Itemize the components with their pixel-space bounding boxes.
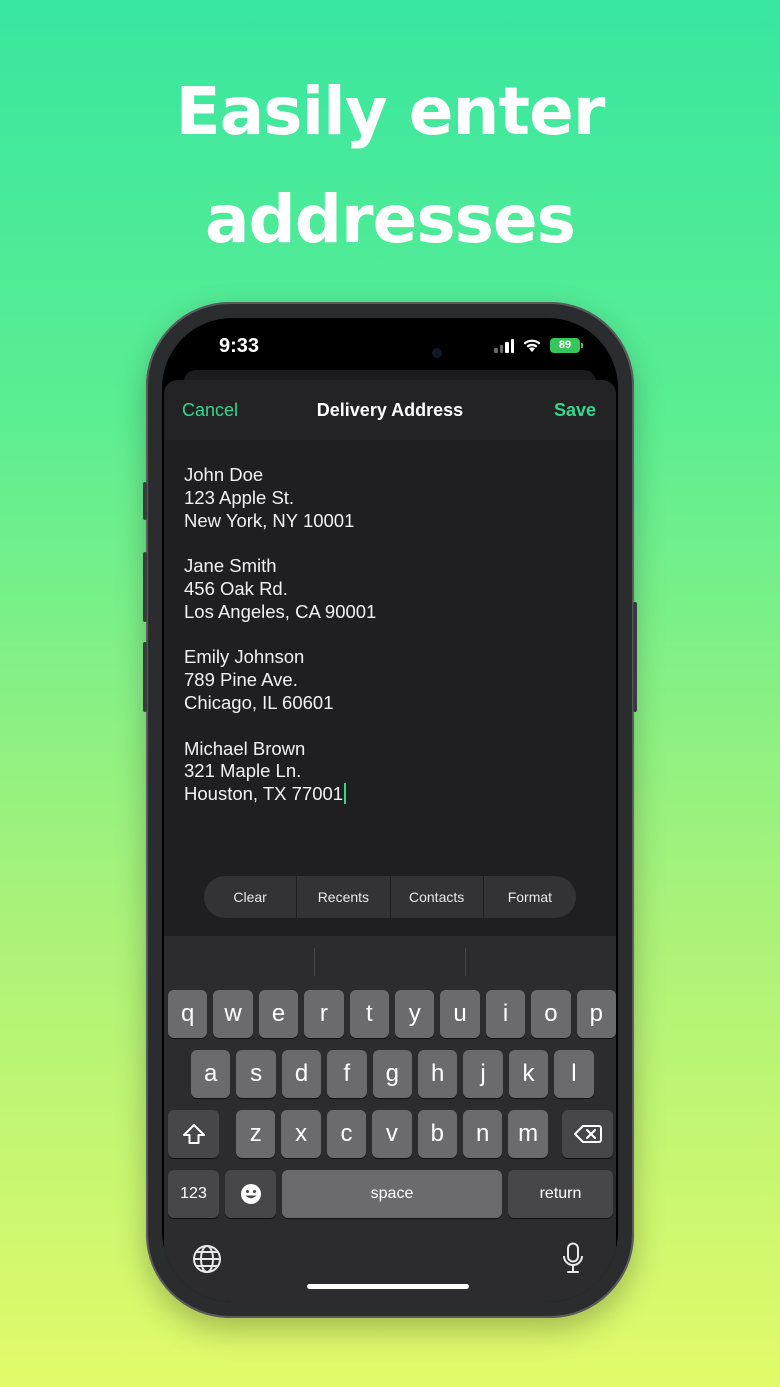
delivery-address-sheet: Cancel Delivery Address Save John Doe 12… (164, 380, 616, 1302)
phone-frame: 9:33 89 Cancel Delivery Address Save Joh… (143, 302, 637, 1318)
clear-button[interactable]: Clear (204, 876, 296, 918)
address-street: 321 Maple Ln. (184, 760, 302, 782)
delete-key[interactable] (562, 1110, 613, 1158)
address-entry: John Doe 123 Apple St. New York, NY 1000… (184, 464, 596, 532)
key-g[interactable]: g (372, 1050, 412, 1098)
address-text-area[interactable]: John Doe 123 Apple St. New York, NY 1000… (164, 440, 616, 880)
suggestion-divider (314, 948, 315, 976)
signal-icon (494, 338, 514, 353)
recents-button[interactable]: Recents (296, 876, 389, 918)
address-entry: Jane Smith 456 Oak Rd. Los Angeles, CA 9… (184, 555, 596, 623)
keyboard: qwertyuiop asdfghjkl zxcvbnm 123 space r… (164, 936, 616, 1302)
headline: Easily enter addresses (0, 58, 780, 274)
return-key[interactable]: return (508, 1170, 613, 1218)
battery-icon: 89 (550, 338, 583, 353)
volume-up-button (143, 552, 147, 622)
address-name: Michael Brown (184, 737, 306, 759)
address-entry: Emily Johnson 789 Pine Ave. Chicago, IL … (184, 646, 596, 714)
status-time: 9:33 (219, 335, 260, 357)
key-r[interactable]: r (304, 990, 344, 1038)
camera-icon (432, 348, 442, 358)
emoji-icon (240, 1184, 261, 1204)
key-j[interactable]: j (463, 1050, 503, 1098)
address-street: 456 Oak Rd. (184, 577, 288, 599)
key-c[interactable]: c (326, 1110, 367, 1158)
key-q[interactable]: q (168, 990, 208, 1038)
key-n[interactable]: n (463, 1110, 503, 1158)
mute-switch (143, 482, 147, 520)
space-key[interactable]: space (282, 1170, 502, 1218)
address-street: 789 Pine Ave. (184, 669, 298, 691)
key-m[interactable]: m (508, 1110, 548, 1158)
text-cursor (344, 783, 347, 805)
shift-key[interactable] (168, 1110, 219, 1158)
address-city: Houston, TX 77001 (184, 783, 344, 805)
home-indicator (307, 1284, 469, 1289)
globe-icon[interactable] (192, 1244, 222, 1274)
volume-down-button (143, 642, 147, 712)
key-u[interactable]: u (440, 990, 480, 1038)
key-p[interactable]: p (576, 990, 616, 1038)
shift-icon (182, 1124, 205, 1144)
headline-line-2: addresses (205, 181, 576, 258)
key-h[interactable]: h (418, 1050, 458, 1098)
screen: 9:33 89 Cancel Delivery Address Save Joh… (162, 318, 618, 1302)
contacts-button[interactable]: Contacts (389, 876, 483, 918)
side-button (633, 602, 637, 712)
numbers-key[interactable]: 123 (168, 1170, 219, 1218)
key-o[interactable]: o (531, 990, 571, 1038)
address-toolbar: Clear Recents Contacts Format (204, 876, 576, 918)
key-d[interactable]: d (281, 1050, 322, 1098)
wifi-icon (523, 339, 541, 352)
key-t[interactable]: t (349, 990, 389, 1038)
suggestion-divider (465, 948, 466, 976)
key-y[interactable]: y (395, 990, 435, 1038)
address-city: New York, NY 10001 (184, 509, 355, 531)
navigation-bar: Cancel Delivery Address Save (164, 380, 616, 440)
address-city: Los Angeles, CA 90001 (184, 600, 377, 622)
key-f[interactable]: f (327, 1050, 367, 1098)
key-w[interactable]: w (213, 990, 253, 1038)
cancel-button[interactable]: Cancel (182, 400, 238, 421)
key-b[interactable]: b (417, 1110, 457, 1158)
address-city-line: Houston, TX 77001 (184, 783, 596, 806)
emoji-key[interactable] (225, 1170, 276, 1218)
status-indicators: 89 (494, 338, 583, 353)
headline-line-1: Easily enter (175, 73, 606, 150)
key-x[interactable]: x (281, 1110, 321, 1158)
key-s[interactable]: s (236, 1050, 276, 1098)
address-entry: Michael Brown 321 Maple Ln. Houston, TX … (184, 738, 596, 806)
address-name: Emily Johnson (184, 646, 305, 668)
address-street: 123 Apple St. (184, 486, 295, 508)
key-v[interactable]: v (372, 1110, 412, 1158)
key-l[interactable]: l (554, 1050, 594, 1098)
save-button[interactable]: Save (554, 400, 596, 421)
key-e[interactable]: e (258, 990, 299, 1038)
key-i[interactable]: i (485, 990, 526, 1038)
key-z[interactable]: z (236, 1110, 276, 1158)
key-k[interactable]: k (508, 1050, 549, 1098)
address-city: Chicago, IL 60601 (184, 691, 334, 713)
format-button[interactable]: Format (482, 876, 576, 918)
key-a[interactable]: a (191, 1050, 231, 1098)
delete-icon (573, 1125, 602, 1143)
dynamic-island (336, 336, 454, 370)
address-name: Jane Smith (184, 555, 277, 577)
microphone-icon[interactable] (562, 1242, 584, 1274)
address-name: John Doe (184, 464, 264, 485)
